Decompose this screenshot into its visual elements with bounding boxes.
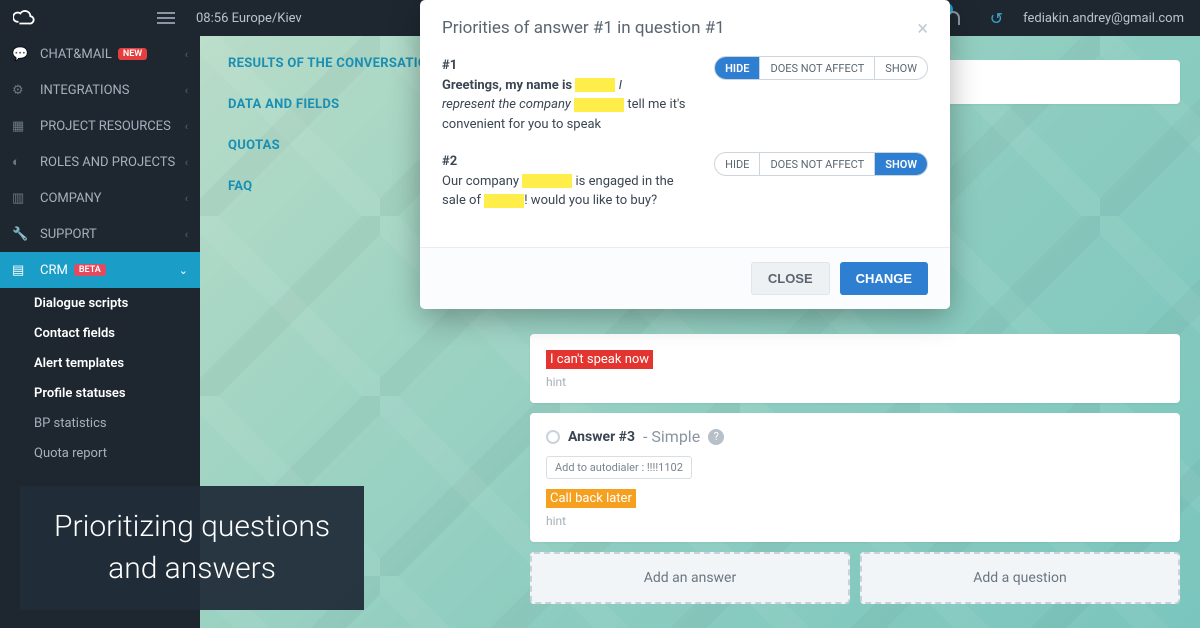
priority-2-t1: Our company (442, 174, 522, 189)
priority-1-segment: HIDE DOES NOT AFFECT SHOW (714, 56, 928, 80)
priority-2-num: #2 (442, 152, 698, 172)
subnav-bp-statistics[interactable]: BP statistics (0, 408, 200, 438)
chart-icon: ▥ (12, 191, 30, 206)
sidebar-item-label: COMPANY (40, 191, 101, 206)
change-button[interactable]: CHANGE (840, 262, 928, 295)
chevron-left-icon: ‹ (185, 84, 188, 97)
chevron-left-icon: ‹ (185, 120, 188, 133)
hint-label: hint (546, 375, 1164, 389)
slide-caption: Prioritizing questions and answers (20, 486, 364, 610)
crm-icon: ▤ (12, 263, 30, 278)
beta-badge: BETA (74, 264, 106, 276)
app-logo[interactable] (0, 7, 48, 29)
chevron-left-icon: ‹ (185, 228, 188, 241)
subnav-profile-statuses[interactable]: Profile statuses (0, 378, 200, 408)
sidebar-item-label: CHAT&MAIL (40, 47, 112, 62)
caption-line-2: and answers (54, 548, 330, 590)
answer-2-block: I can't speak now hint (530, 334, 1180, 403)
seg-hide-button[interactable]: HIDE (715, 57, 759, 79)
chat-icon: 💬 (12, 47, 30, 62)
sidebar-item-label: SUPPORT (40, 227, 97, 242)
sidebar-item-label: PROJECT RESOURCES (40, 119, 171, 134)
chevron-left-icon: ‹ (185, 192, 188, 205)
chevron-down-icon: ⌄ (179, 264, 188, 277)
sidebar-item-label: INTEGRATIONS (40, 83, 130, 98)
sidebar-item-company[interactable]: ▥ COMPANY ‹ (0, 180, 200, 216)
sidebar-item-crm[interactable]: ▤ CRM BETA ⌄ (0, 252, 200, 288)
add-answer-button[interactable]: Add an answer (530, 552, 850, 604)
radio-icon[interactable] (546, 430, 560, 444)
priorities-modal: Priorities of answer #1 in question #1 ×… (420, 0, 950, 309)
sidebar-item-support[interactable]: 🔧 SUPPORT ‹ (0, 216, 200, 252)
modal-title: Priorities of answer #1 in question #1 (442, 18, 725, 38)
blank-field (574, 98, 624, 112)
answer-2-text[interactable]: I can't speak now (546, 350, 653, 369)
close-icon[interactable]: × (917, 18, 928, 38)
integration-icon: ⚙ (12, 83, 30, 98)
close-button[interactable]: CLOSE (751, 262, 830, 295)
help-icon[interactable]: ? (708, 429, 724, 445)
sidebar-item-label: ROLES AND PROJECTS (40, 155, 175, 170)
sidebar-item-integrations[interactable]: ⚙ INTEGRATIONS ‹ (0, 72, 200, 108)
sidebar-item-label: CRM (40, 263, 68, 278)
priority-1-greeting: Greetings, my name is (442, 78, 575, 93)
seg-dna-button[interactable]: DOES NOT AFFECT (759, 153, 874, 175)
menu-toggle-icon[interactable] (148, 12, 184, 24)
add-question-button[interactable]: Add a question (860, 552, 1180, 604)
blank-field (522, 174, 572, 188)
blank-field (575, 78, 615, 92)
wrench-icon: 🔧 (12, 227, 30, 242)
answer-3-block: Answer #3 - Simple ? Add to autodialer :… (530, 413, 1180, 542)
answer-3-title: Answer #3 (568, 429, 635, 445)
subnav-alert-templates[interactable]: Alert templates (0, 348, 200, 378)
hint-label: hint (546, 514, 1164, 528)
grid-icon: ▦ (12, 119, 30, 134)
blank-field (484, 194, 524, 208)
new-badge: NEW (118, 48, 147, 60)
crm-subnav: Dialogue scripts Contact fields Alert te… (0, 288, 200, 468)
sidebar-item-project-resources[interactable]: ▦ PROJECT RESOURCES ‹ (0, 108, 200, 144)
seg-show-button[interactable]: SHOW (874, 153, 927, 175)
subnav-quota-report[interactable]: Quota report (0, 438, 200, 468)
seg-show-button[interactable]: SHOW (874, 57, 927, 79)
seg-hide-button[interactable]: HIDE (715, 153, 759, 175)
priority-row-2: #2 Our company is engaged in the sale of… (442, 152, 928, 211)
subnav-dialogue-scripts[interactable]: Dialogue scripts (0, 288, 200, 318)
seg-dna-button[interactable]: DOES NOT AFFECT (759, 57, 874, 79)
priority-2-segment: HIDE DOES NOT AFFECT SHOW (714, 152, 928, 176)
answer-3-subtitle: - Simple (643, 427, 700, 446)
chevron-left-icon: ‹ (185, 48, 188, 61)
history-icon[interactable]: ↺ (990, 9, 1003, 28)
priority-1-italic: represent the company (442, 97, 574, 112)
answer-3-text[interactable]: Call back later (546, 489, 636, 508)
clock-text: 08:56 Europe/Kiev (196, 11, 302, 26)
chevron-left-icon: ‹ (185, 156, 188, 169)
priority-1-num: #1 (442, 56, 698, 76)
priority-2-t3: ! would you like to buy? (524, 193, 657, 208)
caption-line-1: Prioritizing questions (54, 506, 330, 548)
sidebar-item-roles[interactable]: ◐ ROLES AND PROJECTS ‹ (0, 144, 200, 180)
autodialer-tag[interactable]: Add to autodialer : !!!!1102 (546, 456, 692, 479)
user-email[interactable]: fediakin.andrey@gmail.com (1023, 11, 1184, 26)
subnav-contact-fields[interactable]: Contact fields (0, 318, 200, 348)
toggle-icon: ◐ (12, 154, 30, 170)
priority-row-1: #1 Greetings, my name is I represent the… (442, 56, 928, 134)
sidebar-item-chatmail[interactable]: 💬 CHAT&MAIL NEW ‹ (0, 36, 200, 72)
